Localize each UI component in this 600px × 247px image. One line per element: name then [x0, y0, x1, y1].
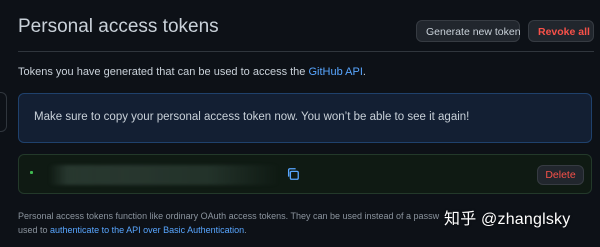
- watermark: 知乎 @zhanglsky: [444, 211, 571, 228]
- check-icon: [30, 171, 33, 174]
- revoke-all-button[interactable]: Revoke all: [528, 20, 594, 42]
- token-help-line-2-prefix: used to: [18, 225, 51, 235]
- copy-warning-text: Make sure to copy your personal access t…: [34, 111, 470, 123]
- new-token-row: Delete: [18, 154, 592, 194]
- token-value-redacted[interactable]: [49, 165, 279, 185]
- copy-icon[interactable]: [286, 167, 300, 181]
- github-api-link[interactable]: GitHub API: [308, 66, 362, 78]
- intro-text-suffix: .: [362, 66, 366, 78]
- page-title: Personal access tokens: [18, 16, 219, 37]
- sidebar-nav-fragment[interactable]: [0, 92, 7, 132]
- page: Personal access tokens Generate new toke…: [0, 0, 600, 247]
- intro-text-body: Tokens you have generated that can be us…: [18, 66, 309, 78]
- basic-auth-link[interactable]: authenticate to the API over Basic Authe…: [50, 225, 244, 235]
- copy-warning-flash: Make sure to copy your personal access t…: [18, 93, 592, 143]
- delete-token-button[interactable]: Delete: [537, 165, 584, 185]
- token-help-line-2-suffix: .: [244, 225, 247, 235]
- page-header: Personal access tokens Generate new toke…: [18, 0, 594, 52]
- intro-text: Tokens you have generated that can be us…: [18, 66, 366, 78]
- generate-new-token-button[interactable]: Generate new token: [416, 20, 521, 42]
